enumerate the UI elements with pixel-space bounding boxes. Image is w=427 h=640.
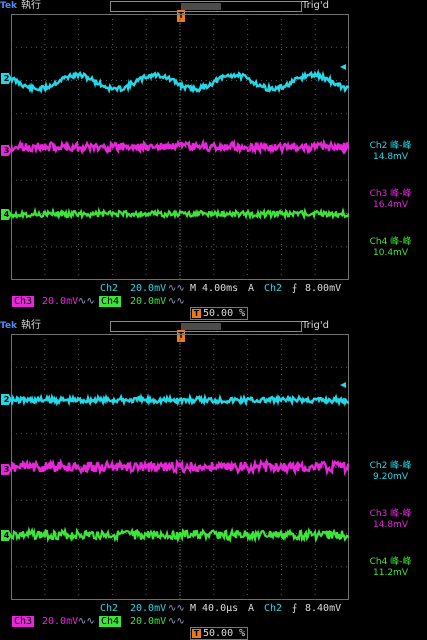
ch2-name[interactable]: Ch2 (100, 283, 118, 294)
ch4-name[interactable]: Ch4 (99, 616, 122, 627)
ch2-measurement-value: 9.20mV (373, 472, 408, 482)
timebase[interactable]: M 4.00ms (190, 283, 238, 294)
graticule-svg (11, 14, 349, 280)
trigger-mode: A (248, 283, 255, 294)
ch3-measurement-value: 14.8mV (373, 520, 408, 530)
trigger-level-arrow-icon[interactable] (340, 64, 346, 70)
trigger-position-T-icon: T (192, 309, 201, 318)
ch3-name[interactable]: Ch3 (12, 616, 35, 627)
ch2-name[interactable]: Ch2 (100, 603, 118, 614)
ch3-scale[interactable]: 20.0mV (42, 616, 78, 627)
ch3-measurement: Ch3 峰-峰 16.4mV (354, 189, 427, 211)
ch4-scale[interactable]: 20.0mV (130, 616, 166, 627)
ch2-scale[interactable]: 20.0mV (130, 283, 166, 294)
trigger-source[interactable]: Ch2 (264, 603, 282, 614)
ch3-name[interactable]: Ch3 (12, 296, 35, 307)
ch4-measurement: Ch4 峰-峰 10.4mV (354, 237, 427, 259)
scope-screenshot-1: Tek 執行 Trig'd T 2 3 4 Ch2 峰-峰 14.8mV Ch3… (0, 0, 427, 320)
acquisition-run-state: 執行 (21, 320, 41, 331)
trigger-offset-value: 50.00 % (203, 308, 246, 319)
record-view-window (181, 3, 221, 10)
ch2-measurement: Ch2 峰-峰 9.20mV (354, 461, 427, 483)
trigger-offset-readout[interactable]: T 50.00 % (190, 307, 248, 320)
bandwidth-limit-icon: ∿∿ (168, 296, 185, 307)
status-row-1: Ch2 20.0mV ∿∿ M 4.00ms A Ch2 ⨍ 8.00mV (0, 283, 427, 295)
ch3-measurement-label: Ch3 峰-峰 (369, 509, 412, 519)
ch3-measurement: Ch3 峰-峰 14.8mV (354, 509, 427, 531)
bandwidth-limit-icon: ∿∿ (168, 616, 185, 627)
ch2-scale[interactable]: 20.0mV (130, 603, 166, 614)
waveform-graticule (11, 14, 349, 280)
ch4-measurement-value: 10.4mV (373, 248, 408, 258)
record-length-bar (110, 321, 302, 332)
ch4-measurement-label: Ch4 峰-峰 (369, 237, 412, 247)
trigger-offset-value: 50.00 % (203, 628, 246, 639)
status-row-1: Ch2 20.0mV ∿∿ M 40.0µs A Ch2 ⨍ 8.40mV (0, 603, 427, 615)
ch4-measurement-value: 11.2mV (373, 568, 408, 578)
tek-logo-icon: Tek (0, 1, 18, 11)
ch4-scale[interactable]: 20.0mV (130, 296, 166, 307)
ch4-name[interactable]: Ch4 (99, 296, 122, 307)
trigger-offset-readout[interactable]: T 50.00 % (190, 627, 248, 640)
ch4-measurement: Ch4 峰-峰 11.2mV (354, 557, 427, 579)
ch2-waveform (11, 392, 349, 407)
ch2-measurement-value: 14.8mV (373, 152, 408, 162)
bandwidth-limit-icon: ∿∿ (168, 603, 185, 614)
trigger-state: Trig'd (302, 0, 329, 11)
timebase[interactable]: M 40.0µs (190, 603, 238, 614)
tek-logo-icon: Tek (0, 321, 18, 331)
ch2-measurement: Ch2 峰-峰 14.8mV (354, 141, 427, 163)
trigger-mode: A (248, 603, 255, 614)
trigger-state: Trig'd (302, 320, 329, 331)
graticule-svg (11, 334, 349, 600)
ch2-measurement-label: Ch2 峰-峰 (369, 461, 412, 471)
bandwidth-limit-icon: ∿∿ (78, 296, 95, 307)
ch3-measurement-value: 16.4mV (373, 200, 408, 210)
waveform-graticule (11, 334, 349, 600)
record-view-window (181, 323, 221, 330)
bandwidth-limit-icon: ∿∿ (168, 283, 185, 294)
ch2-waveform (11, 68, 349, 95)
trigger-level[interactable]: 8.00mV (305, 283, 341, 294)
rising-edge-icon: ⨍ (292, 283, 298, 294)
scope-screenshot-2: Tek 執行 Trig'd T 2 3 4 Ch2 峰-峰 9.20mV Ch3… (0, 320, 427, 640)
ch3-scale[interactable]: 20.0mV (42, 296, 78, 307)
acquisition-run-state: 執行 (21, 0, 41, 11)
trigger-position-T-icon: T (192, 629, 201, 638)
trigger-level-arrow-icon[interactable] (340, 382, 346, 388)
ch3-measurement-label: Ch3 峰-峰 (369, 189, 412, 199)
ch2-measurement-label: Ch2 峰-峰 (369, 141, 412, 151)
trigger-level[interactable]: 8.40mV (305, 603, 341, 614)
ch4-measurement-label: Ch4 峰-峰 (369, 557, 412, 567)
bandwidth-limit-icon: ∿∿ (78, 616, 95, 627)
record-length-bar (110, 1, 302, 12)
header-bar: Tek 執行 Trig'd (0, 0, 427, 12)
header-bar: Tek 執行 Trig'd (0, 320, 427, 332)
ch4-waveform (11, 206, 349, 221)
rising-edge-icon: ⨍ (292, 603, 298, 614)
trigger-source[interactable]: Ch2 (264, 283, 282, 294)
